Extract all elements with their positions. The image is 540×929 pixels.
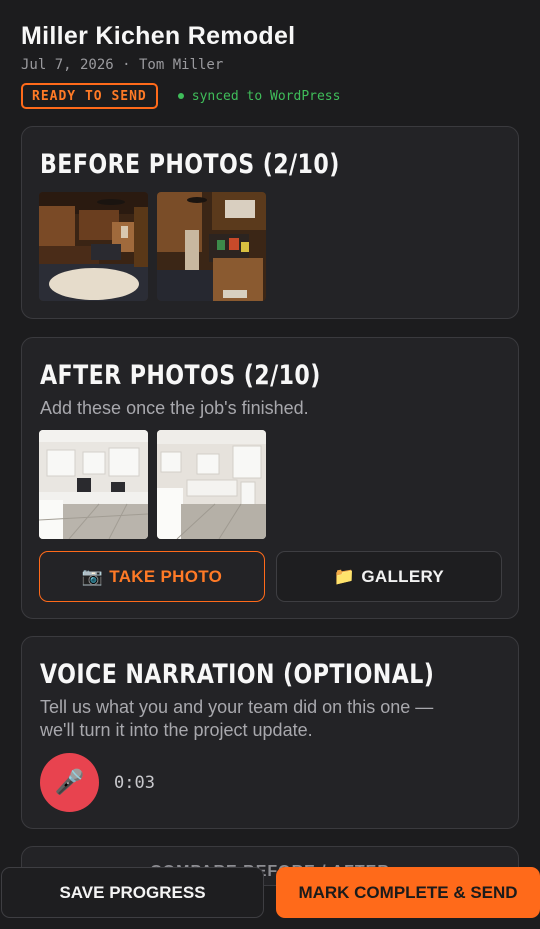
status-badge: READY TO SEND [21, 83, 158, 109]
gallery-button[interactable]: 📁 GALLERY [276, 551, 502, 602]
before-photos-card: BEFORE PHOTOS (2/10) [21, 126, 519, 319]
gallery-label: GALLERY [361, 566, 445, 586]
status-row: READY TO SEND synced to WordPress [21, 83, 521, 109]
microphone-icon: 🎤 [54, 769, 85, 796]
sync-status: synced to WordPress [177, 88, 341, 104]
after-photos-title: AFTER PHOTOS (2/10) [40, 360, 321, 391]
sync-status-label: synced to WordPress [191, 88, 341, 104]
before-photo-2[interactable] [157, 192, 266, 301]
sync-dot-icon [177, 93, 184, 99]
voice-hint-line-1: Tell us what you and your team did on th… [40, 697, 434, 717]
voice-narration-card: VOICE NARRATION (OPTIONAL) Tell us what … [21, 636, 519, 829]
take-photo-label: TAKE PHOTO [109, 566, 223, 586]
after-photo-1[interactable] [39, 430, 148, 539]
before-photos-title: BEFORE PHOTOS (2/10) [40, 149, 340, 180]
after-photo-2[interactable] [157, 430, 266, 539]
job-header: Miller Kichen Remodel Jul 7, 2026 · Tom … [21, 22, 521, 109]
before-photo-1[interactable] [39, 192, 148, 301]
mark-complete-send-button[interactable]: MARK COMPLETE & SEND [276, 867, 540, 918]
kitchen-before-image-1 [39, 192, 148, 301]
voice-hint-line-2: we'll turn it into the project update. [40, 720, 313, 740]
take-photo-button[interactable]: 📷 TAKE PHOTO [39, 551, 265, 602]
after-photos-card: AFTER PHOTOS (2/10) Add these once the j… [21, 337, 519, 619]
kitchen-after-image-2 [157, 430, 266, 539]
recording-timer: 0:03 [114, 773, 155, 793]
kitchen-before-image-2 [157, 192, 266, 301]
job-meta: Jul 7, 2026 · Tom Miller [21, 57, 224, 73]
job-title: Miller Kichen Remodel [21, 22, 296, 50]
folder-icon: 📁 [333, 566, 356, 586]
camera-icon: 📷 [81, 566, 104, 586]
record-button[interactable]: 🎤 [40, 753, 99, 812]
after-photos-hint: Add these once the job's finished. [40, 398, 309, 418]
footer-action-bar: SAVE PROGRESS MARK COMPLETE & SEND [0, 867, 540, 929]
voice-narration-hint: Tell us what you and your team did on th… [40, 696, 433, 742]
save-progress-button[interactable]: SAVE PROGRESS [1, 867, 264, 918]
voice-narration-title: VOICE NARRATION (OPTIONAL) [40, 659, 435, 690]
kitchen-after-image-1 [39, 430, 148, 539]
